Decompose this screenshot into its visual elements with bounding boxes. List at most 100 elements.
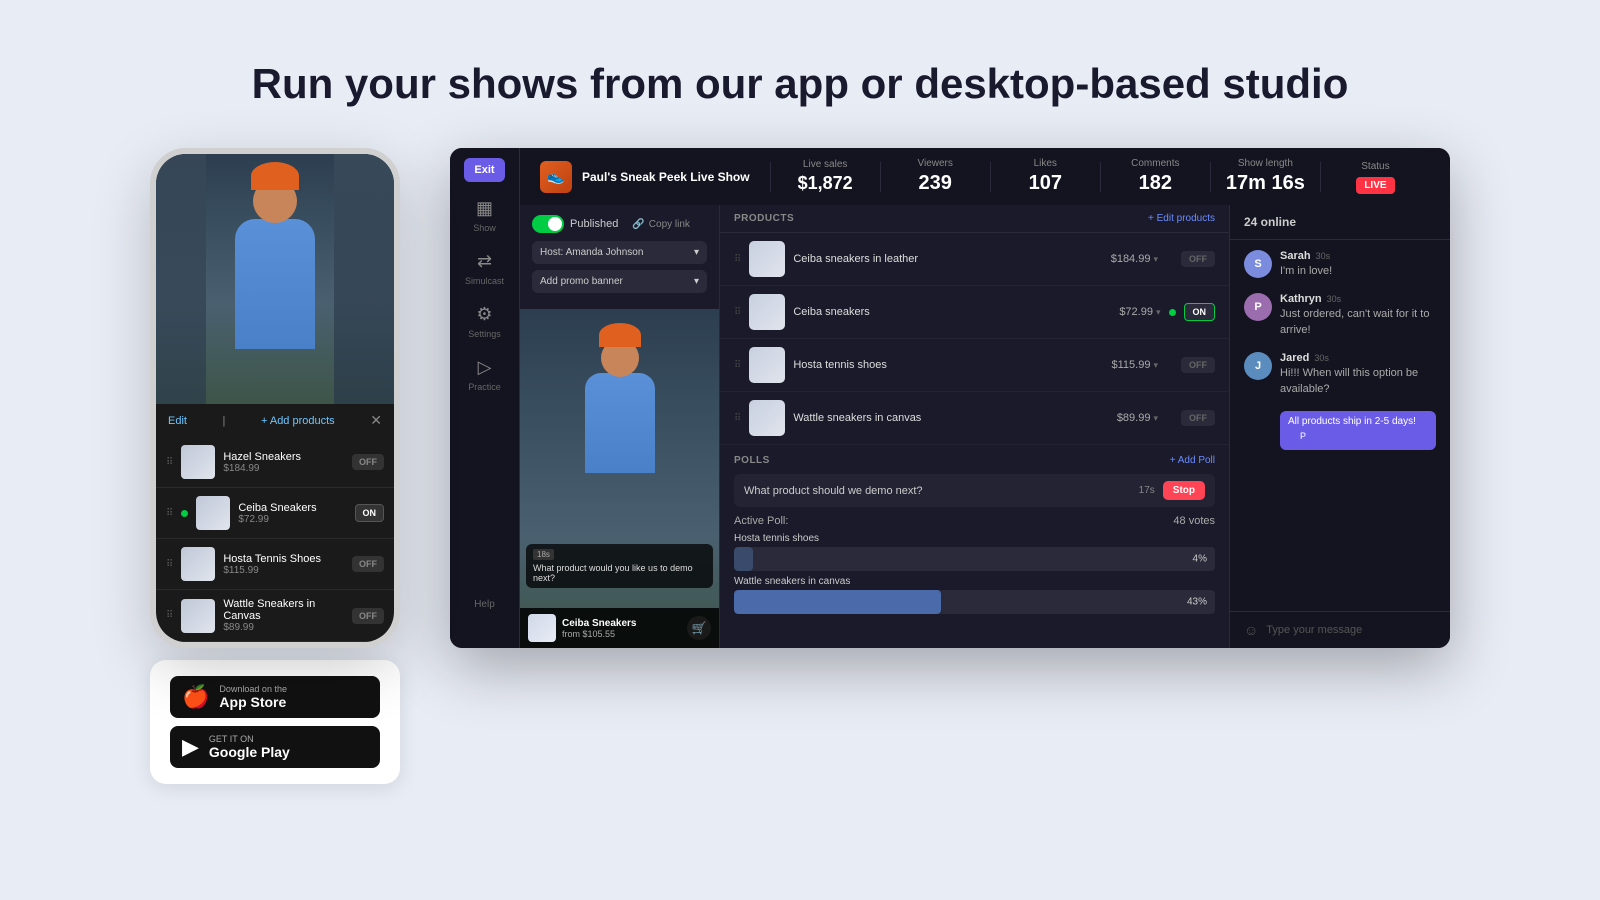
desktop-toggle-off-4[interactable]: OFF bbox=[1181, 410, 1215, 426]
poll-timer: 17s bbox=[1139, 485, 1155, 496]
chat-input-field[interactable]: Type your message bbox=[1266, 624, 1362, 636]
product-drag-icon-2: ⠿ bbox=[734, 307, 741, 318]
drag-icon-1: ⠿ bbox=[166, 457, 173, 468]
phone-product-item-3: ⠿ Hosta Tennis Shoes $115.99 OFF bbox=[156, 539, 394, 590]
phone-toggle-off-4[interactable]: OFF bbox=[352, 608, 384, 624]
show-icon: ▦ bbox=[476, 198, 493, 219]
desktop-toggle-off-3[interactable]: OFF bbox=[1181, 357, 1215, 373]
sidebar-practice-label: Practice bbox=[468, 382, 501, 392]
promo-banner-dropdown[interactable]: Add promo banner ▾ bbox=[532, 270, 707, 293]
chat-time-1: 30s bbox=[1316, 251, 1331, 261]
phone-product-name-3: Hosta Tennis Shoes bbox=[223, 553, 344, 565]
product-drag-icon-3: ⠿ bbox=[734, 360, 741, 371]
chat-message-text-1: I'm in love! bbox=[1280, 264, 1332, 279]
published-label: Published bbox=[570, 218, 618, 230]
chat-message-1: S Sarah 30s I'm in love! bbox=[1244, 250, 1436, 279]
phone-product-price-3: $115.99 bbox=[223, 565, 344, 576]
phone-product-price-4: $89.99 bbox=[223, 622, 344, 633]
live-sales-label: Live sales bbox=[771, 159, 880, 170]
products-polls-panel: PRODUCTS + Edit products ⠿ Ceiba sneaker… bbox=[720, 205, 1230, 648]
phone-product-info-1: Hazel Sneakers $184.99 bbox=[223, 451, 344, 474]
desktop-toggle-off-1[interactable]: OFF bbox=[1181, 251, 1215, 267]
phone-add-products-link[interactable]: + Add products bbox=[261, 415, 335, 427]
polls-section-title: POLLS bbox=[734, 455, 770, 466]
promo-chevron-icon: ▾ bbox=[694, 276, 699, 287]
show-controls-panel: Published 🔗 Copy link Host: Amanda Johns… bbox=[520, 205, 720, 648]
video-product-image bbox=[528, 614, 556, 642]
google-play-badge[interactable]: ▶ GET IT ON Google Play bbox=[170, 726, 380, 768]
desktop-app: Exit ▦ Show ⇄ Simulcast ⚙ Settings ▷ Pra… bbox=[450, 148, 1450, 648]
desktop-product-price-2: $72.99 ▾ bbox=[1119, 306, 1160, 318]
chat-message-text-2: Just ordered, can't wait for it to arriv… bbox=[1280, 307, 1436, 338]
phone-product-name-4: Wattle Sneakers in Canvas bbox=[223, 598, 344, 622]
desktop-product-price-3: $115.99 ▾ bbox=[1112, 359, 1158, 371]
add-to-cart-icon[interactable]: 🛒 bbox=[687, 616, 711, 640]
sidebar-item-settings[interactable]: ⚙ Settings bbox=[468, 304, 501, 339]
poll-option-label-2: Wattle sneakers in canvas bbox=[734, 576, 1215, 587]
live-sales-value: $1,872 bbox=[771, 173, 880, 194]
viewers-value: 239 bbox=[881, 172, 990, 195]
chat-avatar-1: S bbox=[1244, 250, 1272, 278]
sidebar-settings-label: Settings bbox=[468, 329, 501, 339]
product-drag-icon-1: ⠿ bbox=[734, 254, 741, 265]
phone-product-image-3 bbox=[181, 547, 215, 581]
poll-bar-track-2: 43% bbox=[734, 590, 1215, 614]
sidebar-item-help[interactable]: Help bbox=[474, 599, 495, 610]
active-poll-label: Active Poll: bbox=[734, 515, 788, 527]
chat-message-header-1: Sarah 30s bbox=[1280, 250, 1332, 262]
desktop-main-wrapper: 👟 Paul's Sneak Peek Live Show Live sales… bbox=[520, 148, 1450, 648]
drag-icon-2: ⠿ bbox=[166, 508, 173, 519]
poll-option-label-1: Hosta tennis shoes bbox=[734, 533, 1215, 544]
sidebar-show-label: Show bbox=[473, 223, 496, 233]
chat-emoji-icon[interactable]: ☺ bbox=[1244, 622, 1258, 638]
host-label: Host: Amanda Johnson bbox=[540, 247, 643, 258]
sidebar-item-show[interactable]: ▦ Show bbox=[473, 198, 496, 233]
drag-icon-4: ⠿ bbox=[166, 610, 173, 621]
chat-message-body-3: Jared 30s Hi!!! When will this option be… bbox=[1280, 352, 1436, 397]
product-drag-icon-4: ⠿ bbox=[734, 413, 741, 424]
phone-toggle-on-2[interactable]: ON bbox=[355, 504, 385, 522]
phone-product-info-2: Ceiba Sneakers $72.99 bbox=[238, 502, 346, 525]
phone-product-list: ⠿ Hazel Sneakers $184.99 OFF ⠿ Ceiba Sne… bbox=[156, 437, 394, 642]
video-chat-bubble: 18s What product would you like us to de… bbox=[526, 544, 713, 588]
phone-product-image-2 bbox=[196, 496, 230, 530]
appstore-label: App Store bbox=[219, 694, 287, 710]
chat-time-3: 30s bbox=[1314, 353, 1329, 363]
stop-poll-button[interactable]: Stop bbox=[1163, 481, 1205, 500]
likes-label: Likes bbox=[991, 158, 1100, 169]
phone-toggle-off-3[interactable]: OFF bbox=[352, 556, 384, 572]
active-poll-header: Active Poll: 48 votes bbox=[734, 515, 1215, 527]
phone-toggle-off-1[interactable]: OFF bbox=[352, 454, 384, 470]
on-indicator-2 bbox=[181, 510, 188, 517]
copy-link-button[interactable]: 🔗 Copy link bbox=[632, 219, 690, 230]
stat-comments: Comments 182 bbox=[1101, 158, 1210, 195]
sidebar-item-practice[interactable]: ▷ Practice bbox=[468, 357, 501, 392]
desktop-product-image-4 bbox=[749, 400, 785, 436]
exit-button[interactable]: Exit bbox=[464, 158, 504, 182]
help-label: Help bbox=[474, 599, 495, 610]
sidebar-simulcast-label: Simulcast bbox=[465, 276, 504, 286]
phone-edit-link[interactable]: Edit bbox=[168, 415, 187, 427]
copy-link-label: Copy link bbox=[649, 219, 690, 230]
appstore-badge[interactable]: 🍎 Download on the App Store bbox=[170, 676, 380, 718]
chat-message-3: J Jared 30s Hi!!! When will this option … bbox=[1244, 352, 1436, 397]
host-dropdown[interactable]: Host: Amanda Johnson ▾ bbox=[532, 241, 707, 264]
published-toggle[interactable] bbox=[532, 215, 564, 233]
chat-panel: 24 online S Sarah 30s I'm in love! bbox=[1230, 205, 1450, 648]
desktop-sidebar: Exit ▦ Show ⇄ Simulcast ⚙ Settings ▷ Pra… bbox=[450, 148, 520, 648]
chat-message-2: P Kathryn 30s Just ordered, can't wait f… bbox=[1244, 293, 1436, 338]
desktop-toggle-on-2[interactable]: ON bbox=[1184, 303, 1216, 321]
add-poll-link[interactable]: + Add Poll bbox=[1170, 455, 1215, 466]
phone-product-name-1: Hazel Sneakers bbox=[223, 451, 344, 463]
stat-likes: Likes 107 bbox=[991, 158, 1100, 195]
sidebar-item-simulcast[interactable]: ⇄ Simulcast bbox=[465, 251, 504, 286]
phone-close-button[interactable]: ✕ bbox=[370, 412, 382, 429]
desktop-product-row-4: ⠿ Wattle sneakers in canvas $89.99 ▾ OFF bbox=[720, 392, 1229, 445]
settings-icon: ⚙ bbox=[476, 304, 492, 325]
phone-product-info-4: Wattle Sneakers in Canvas $89.99 bbox=[223, 598, 344, 633]
product-dot-spacer-3 bbox=[1166, 362, 1173, 369]
google-label: Google Play bbox=[209, 744, 290, 760]
chat-input-area: ☺ Type your message bbox=[1230, 611, 1450, 648]
show-length-label: Show length bbox=[1211, 158, 1320, 169]
edit-products-link[interactable]: + Edit products bbox=[1148, 213, 1215, 224]
